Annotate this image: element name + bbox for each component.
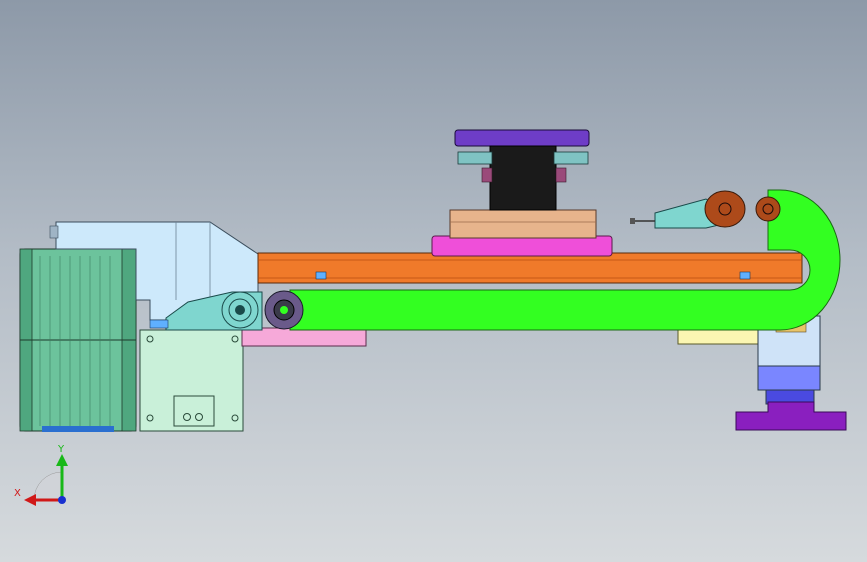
cad-viewport[interactable]: Y X — [0, 0, 867, 562]
motor-left[interactable] — [19, 248, 137, 432]
slide-carriage[interactable] — [431, 209, 613, 257]
drive-roller[interactable] — [264, 290, 304, 330]
axis-y-label: Y — [57, 444, 65, 455]
top-platform[interactable] — [454, 129, 590, 211]
motor-mount-block[interactable] — [139, 329, 244, 432]
axis-triad: Y X — [14, 444, 68, 506]
axis-x-label: X — [14, 488, 21, 499]
slide-block-left[interactable] — [241, 327, 367, 347]
rail-beam[interactable] — [257, 252, 803, 284]
idler-roller[interactable] — [221, 291, 259, 329]
